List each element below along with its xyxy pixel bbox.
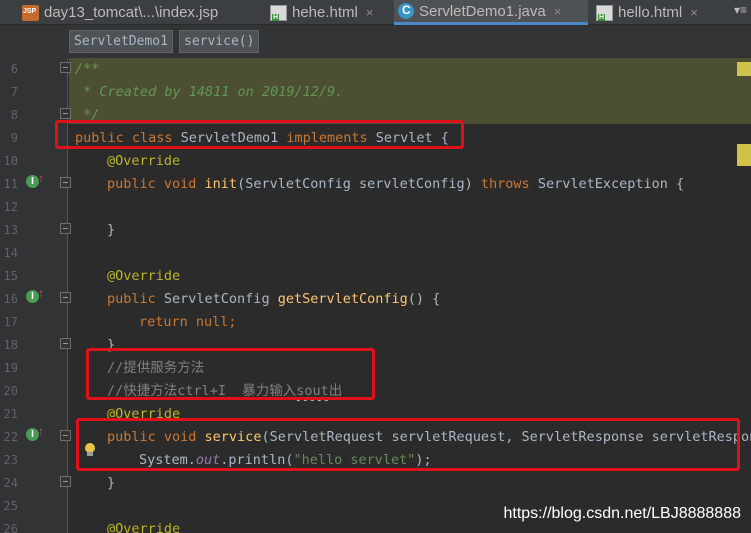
tab-label: day13_tomcat\...\index.jsp [44,4,219,21]
highlight-box-comment [86,348,375,400]
code-editor[interactable]: 6 7 8 9 10 11 12 13 14 15 16 17 18 19 20… [0,58,751,533]
fold-marker[interactable] [60,108,71,119]
line-number: 19 [3,361,18,375]
code-line-13: } [107,222,116,238]
editor-tab-bar: JSP day13_tomcat\...\index.jsp H hehe.ht… [0,0,751,25]
close-icon[interactable]: × [690,5,698,20]
breadcrumb-class[interactable]: ServletDemo1 [69,30,173,53]
tab-label: hehe.html [292,4,358,21]
code-line-7: * Created by 14811 on 2019/12/9. [75,84,344,100]
line-number: 9 [10,131,18,145]
line-number: 22 [3,430,18,444]
fold-marker[interactable] [60,177,71,188]
fold-marker[interactable] [60,476,71,487]
tab-index-jsp[interactable]: JSP day13_tomcat\...\index.jsp [18,0,260,25]
tab-list-menu-icon[interactable]: ▾≡ [734,3,747,17]
fold-marker[interactable] [60,223,71,234]
close-icon[interactable]: × [366,5,374,20]
warning-stripe-marker[interactable] [737,62,751,76]
code-line-26: @Override [107,521,181,533]
line-number: 20 [3,384,18,398]
fold-marker[interactable] [60,292,71,303]
line-number: 23 [3,453,18,467]
line-number: 17 [3,315,18,329]
line-number: 10 [3,154,18,168]
html-file-icon: H [596,4,613,21]
line-number: 6 [10,62,18,76]
tab-servletdemo1-java[interactable]: C ServletDemo1.java × [394,0,588,25]
breadcrumb-method[interactable]: service() [179,30,260,53]
jsp-file-icon: JSP [22,4,39,21]
breadcrumb: ServletDemo1 service() [0,25,751,58]
html-file-icon: H [270,4,287,21]
up-arrow-icon: ↑ [38,286,44,300]
line-number: 7 [10,85,18,99]
line-number: 26 [3,522,18,533]
line-number: 24 [3,476,18,490]
code-line-16: public ServletConfig getServletConfig() … [107,291,441,307]
tab-hello-html[interactable]: H hello.html × [592,0,716,25]
code-line-10: @Override [107,153,181,169]
fold-marker[interactable] [60,338,71,349]
watermark-url: https://blog.csdn.net/LBJ8888888 [503,505,741,522]
line-number: 16 [3,292,18,306]
fold-marker[interactable] [60,430,71,441]
code-line-6: /** [75,61,100,77]
line-number: 12 [3,200,18,214]
line-number: 25 [3,499,18,513]
up-arrow-icon: ↑ [38,171,44,185]
line-number: 11 [3,177,18,191]
fold-marker[interactable] [60,62,71,73]
code-line-11: public void init(ServletConfig servletCo… [107,176,685,192]
line-number: 18 [3,338,18,352]
line-number: 13 [3,223,18,237]
up-arrow-icon: ↑ [38,424,44,438]
tab-hehe-html[interactable]: H hehe.html × [266,0,392,25]
warning-stripe-marker[interactable] [737,144,751,166]
close-icon[interactable]: × [554,4,562,19]
line-number: 8 [10,108,18,122]
highlight-box-service-method [76,418,740,471]
line-number: 14 [3,246,18,260]
highlight-box-class-declaration [55,120,464,149]
java-class-icon: C [398,3,414,19]
tab-label: hello.html [618,4,683,21]
tab-label: ServletDemo1.java [419,2,546,20]
code-line-15: @Override [107,268,181,284]
line-number: 15 [3,269,18,283]
code-line-17: return null; [139,314,237,330]
code-line-24: } [107,475,116,491]
line-number: 21 [3,407,18,421]
